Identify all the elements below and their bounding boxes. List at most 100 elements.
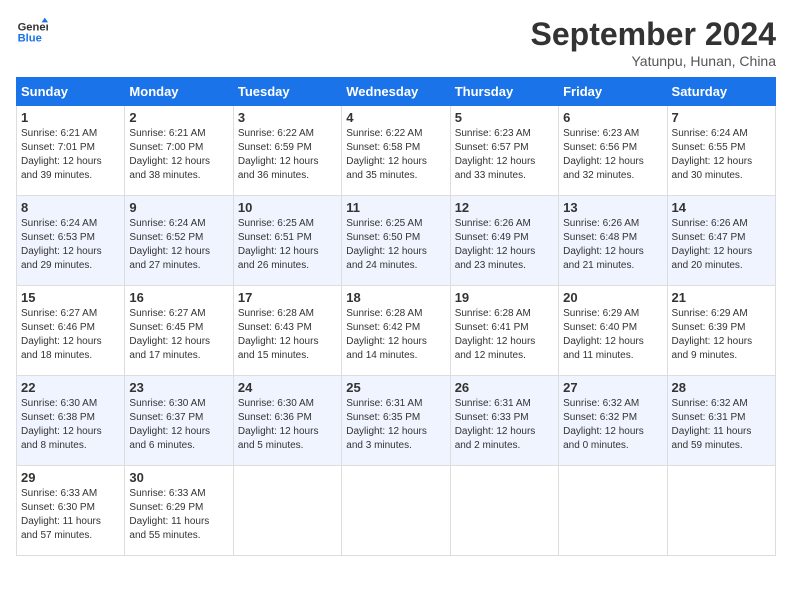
day-cell: 14 Sunrise: 6:26 AMSunset: 6:47 PMDaylig… — [667, 196, 775, 286]
day-number: 18 — [346, 290, 445, 305]
day-cell: 13 Sunrise: 6:26 AMSunset: 6:48 PMDaylig… — [559, 196, 667, 286]
day-number: 28 — [672, 380, 771, 395]
day-cell: 29 Sunrise: 6:33 AMSunset: 6:30 PMDaylig… — [17, 466, 125, 556]
day-info: Sunrise: 6:31 AMSunset: 6:33 PMDaylight:… — [455, 397, 554, 453]
day-cell: 30 Sunrise: 6:33 AMSunset: 6:29 PMDaylig… — [125, 466, 233, 556]
day-number: 20 — [563, 290, 662, 305]
day-number: 30 — [129, 470, 228, 485]
page-header: General Blue September 2024 Yatunpu, Hun… — [16, 16, 776, 69]
day-info: Sunrise: 6:21 AMSunset: 7:01 PMDaylight:… — [21, 127, 120, 183]
day-info: Sunrise: 6:24 AMSunset: 6:52 PMDaylight:… — [129, 217, 228, 273]
day-info: Sunrise: 6:27 AMSunset: 6:46 PMDaylight:… — [21, 307, 120, 363]
day-cell: 26 Sunrise: 6:31 AMSunset: 6:33 PMDaylig… — [450, 376, 558, 466]
day-number: 13 — [563, 200, 662, 215]
day-number: 16 — [129, 290, 228, 305]
day-info: Sunrise: 6:30 AMSunset: 6:37 PMDaylight:… — [129, 397, 228, 453]
day-info: Sunrise: 6:30 AMSunset: 6:36 PMDaylight:… — [238, 397, 337, 453]
day-cell: 2 Sunrise: 6:21 AMSunset: 7:00 PMDayligh… — [125, 106, 233, 196]
empty-cell — [342, 466, 450, 556]
day-cell: 3 Sunrise: 6:22 AMSunset: 6:59 PMDayligh… — [233, 106, 341, 196]
calendar-row: 22 Sunrise: 6:30 AMSunset: 6:38 PMDaylig… — [17, 376, 776, 466]
day-info: Sunrise: 6:26 AMSunset: 6:47 PMDaylight:… — [672, 217, 771, 273]
day-number: 11 — [346, 200, 445, 215]
day-cell: 25 Sunrise: 6:31 AMSunset: 6:35 PMDaylig… — [342, 376, 450, 466]
day-cell: 5 Sunrise: 6:23 AMSunset: 6:57 PMDayligh… — [450, 106, 558, 196]
day-number: 26 — [455, 380, 554, 395]
col-thursday: Thursday — [450, 78, 558, 106]
day-cell: 6 Sunrise: 6:23 AMSunset: 6:56 PMDayligh… — [559, 106, 667, 196]
day-cell: 9 Sunrise: 6:24 AMSunset: 6:52 PMDayligh… — [125, 196, 233, 286]
empty-cell — [233, 466, 341, 556]
day-cell: 16 Sunrise: 6:27 AMSunset: 6:45 PMDaylig… — [125, 286, 233, 376]
day-cell: 8 Sunrise: 6:24 AMSunset: 6:53 PMDayligh… — [17, 196, 125, 286]
day-info: Sunrise: 6:29 AMSunset: 6:39 PMDaylight:… — [672, 307, 771, 363]
day-number: 29 — [21, 470, 120, 485]
day-number: 21 — [672, 290, 771, 305]
day-number: 25 — [346, 380, 445, 395]
calendar-header: Sunday Monday Tuesday Wednesday Thursday… — [17, 78, 776, 106]
logo-icon: General Blue — [16, 16, 48, 48]
day-cell: 27 Sunrise: 6:32 AMSunset: 6:32 PMDaylig… — [559, 376, 667, 466]
day-info: Sunrise: 6:22 AMSunset: 6:59 PMDaylight:… — [238, 127, 337, 183]
day-info: Sunrise: 6:21 AMSunset: 7:00 PMDaylight:… — [129, 127, 228, 183]
day-number: 2 — [129, 110, 228, 125]
col-sunday: Sunday — [17, 78, 125, 106]
day-info: Sunrise: 6:23 AMSunset: 6:56 PMDaylight:… — [563, 127, 662, 183]
day-number: 12 — [455, 200, 554, 215]
day-cell: 17 Sunrise: 6:28 AMSunset: 6:43 PMDaylig… — [233, 286, 341, 376]
day-cell: 28 Sunrise: 6:32 AMSunset: 6:31 PMDaylig… — [667, 376, 775, 466]
day-cell: 18 Sunrise: 6:28 AMSunset: 6:42 PMDaylig… — [342, 286, 450, 376]
calendar-row: 8 Sunrise: 6:24 AMSunset: 6:53 PMDayligh… — [17, 196, 776, 286]
day-info: Sunrise: 6:28 AMSunset: 6:41 PMDaylight:… — [455, 307, 554, 363]
calendar-row: 15 Sunrise: 6:27 AMSunset: 6:46 PMDaylig… — [17, 286, 776, 376]
col-monday: Monday — [125, 78, 233, 106]
day-info: Sunrise: 6:28 AMSunset: 6:42 PMDaylight:… — [346, 307, 445, 363]
day-number: 4 — [346, 110, 445, 125]
day-info: Sunrise: 6:22 AMSunset: 6:58 PMDaylight:… — [346, 127, 445, 183]
month-title: September 2024 — [531, 16, 776, 53]
day-info: Sunrise: 6:31 AMSunset: 6:35 PMDaylight:… — [346, 397, 445, 453]
day-cell: 1 Sunrise: 6:21 AMSunset: 7:01 PMDayligh… — [17, 106, 125, 196]
day-info: Sunrise: 6:24 AMSunset: 6:55 PMDaylight:… — [672, 127, 771, 183]
col-tuesday: Tuesday — [233, 78, 341, 106]
col-friday: Friday — [559, 78, 667, 106]
day-number: 9 — [129, 200, 228, 215]
day-info: Sunrise: 6:26 AMSunset: 6:49 PMDaylight:… — [455, 217, 554, 273]
calendar-body: 1 Sunrise: 6:21 AMSunset: 7:01 PMDayligh… — [17, 106, 776, 556]
day-number: 22 — [21, 380, 120, 395]
day-number: 7 — [672, 110, 771, 125]
empty-cell — [667, 466, 775, 556]
day-cell: 20 Sunrise: 6:29 AMSunset: 6:40 PMDaylig… — [559, 286, 667, 376]
day-cell: 4 Sunrise: 6:22 AMSunset: 6:58 PMDayligh… — [342, 106, 450, 196]
svg-text:Blue: Blue — [18, 33, 42, 45]
day-number: 14 — [672, 200, 771, 215]
day-number: 10 — [238, 200, 337, 215]
day-info: Sunrise: 6:33 AMSunset: 6:29 PMDaylight:… — [129, 487, 228, 543]
day-info: Sunrise: 6:32 AMSunset: 6:32 PMDaylight:… — [563, 397, 662, 453]
day-cell: 15 Sunrise: 6:27 AMSunset: 6:46 PMDaylig… — [17, 286, 125, 376]
day-cell: 24 Sunrise: 6:30 AMSunset: 6:36 PMDaylig… — [233, 376, 341, 466]
title-block: September 2024 Yatunpu, Hunan, China — [531, 16, 776, 69]
day-number: 6 — [563, 110, 662, 125]
empty-cell — [450, 466, 558, 556]
day-info: Sunrise: 6:28 AMSunset: 6:43 PMDaylight:… — [238, 307, 337, 363]
day-number: 27 — [563, 380, 662, 395]
day-number: 3 — [238, 110, 337, 125]
day-cell: 23 Sunrise: 6:30 AMSunset: 6:37 PMDaylig… — [125, 376, 233, 466]
empty-cell — [559, 466, 667, 556]
day-number: 24 — [238, 380, 337, 395]
col-wednesday: Wednesday — [342, 78, 450, 106]
day-info: Sunrise: 6:27 AMSunset: 6:45 PMDaylight:… — [129, 307, 228, 363]
day-info: Sunrise: 6:25 AMSunset: 6:50 PMDaylight:… — [346, 217, 445, 273]
day-number: 1 — [21, 110, 120, 125]
day-info: Sunrise: 6:33 AMSunset: 6:30 PMDaylight:… — [21, 487, 120, 543]
svg-text:General: General — [18, 21, 48, 33]
logo: General Blue — [16, 16, 48, 48]
day-number: 19 — [455, 290, 554, 305]
calendar-row: 29 Sunrise: 6:33 AMSunset: 6:30 PMDaylig… — [17, 466, 776, 556]
day-info: Sunrise: 6:26 AMSunset: 6:48 PMDaylight:… — [563, 217, 662, 273]
day-info: Sunrise: 6:25 AMSunset: 6:51 PMDaylight:… — [238, 217, 337, 273]
day-cell: 11 Sunrise: 6:25 AMSunset: 6:50 PMDaylig… — [342, 196, 450, 286]
day-info: Sunrise: 6:29 AMSunset: 6:40 PMDaylight:… — [563, 307, 662, 363]
day-number: 8 — [21, 200, 120, 215]
